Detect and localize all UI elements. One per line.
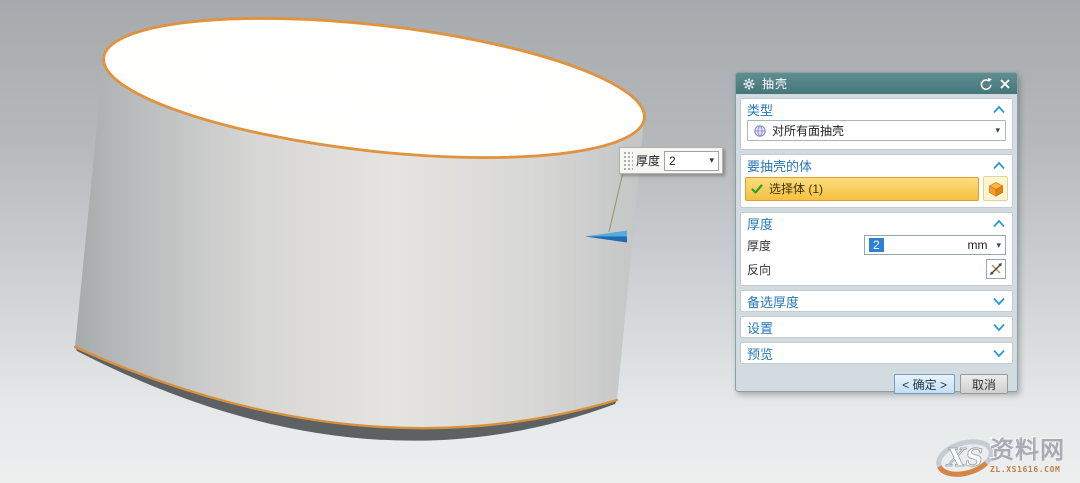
dialog-title: 抽壳 — [762, 75, 788, 92]
group-preview-header[interactable]: 预览 — [741, 343, 1012, 363]
group-alternate-thickness: 备选厚度 — [740, 290, 1013, 312]
cad-viewport: 厚度 2 ▾ 抽壳 — [0, 0, 1080, 483]
group-settings-header[interactable]: 设置 — [741, 317, 1012, 337]
cube-icon — [988, 181, 1004, 197]
onscreen-thickness-input[interactable]: 2 ▾ — [664, 151, 719, 171]
chevron-up-icon[interactable] — [992, 219, 1006, 228]
group-body-title: 要抽壳的体 — [747, 156, 812, 175]
watermark-site-url: ZL.XS1616.COM — [990, 465, 1065, 474]
group-preview-title: 预览 — [747, 344, 773, 363]
model-cylinder[interactable] — [75, 0, 651, 441]
watermark: XS 资料网 ZL.XS1616.COM — [934, 430, 1080, 483]
thickness-value: 2 — [869, 238, 884, 252]
thickness-field-label: 厚度 — [747, 237, 771, 254]
group-body-to-shell: 要抽壳的体 选择体 (1) — [740, 154, 1013, 208]
onscreen-thickness-value: 2 — [669, 154, 676, 168]
reverse-direction-button[interactable] — [986, 259, 1006, 279]
group-type-title: 类型 — [747, 100, 773, 119]
onscreen-thickness-box: 厚度 2 ▾ — [619, 147, 723, 174]
group-alternate-thickness-title: 备选厚度 — [747, 292, 799, 311]
chevron-down-icon[interactable] — [992, 349, 1006, 358]
group-thickness-header[interactable]: 厚度 — [741, 213, 1012, 233]
group-thickness: 厚度 厚度 2 mm ▾ 反向 — [740, 212, 1013, 286]
group-preview: 预览 — [740, 342, 1013, 364]
chevron-up-icon[interactable] — [992, 161, 1006, 170]
group-type-header[interactable]: 类型 — [741, 99, 1012, 119]
reverse-direction-icon — [989, 262, 1003, 276]
check-icon — [751, 184, 763, 194]
group-body-header[interactable]: 要抽壳的体 — [741, 155, 1012, 175]
group-type: 类型 对所有面抽壳 ▾ — [740, 98, 1013, 150]
chevron-down-icon[interactable] — [992, 323, 1006, 332]
gear-icon — [742, 77, 756, 91]
watermark-logo-text: XS — [945, 443, 983, 472]
drag-handle[interactable] — [622, 150, 633, 171]
select-body-label: 选择体 (1) — [769, 180, 823, 197]
dropdown-arrow-icon[interactable]: ▾ — [995, 125, 1000, 136]
group-settings: 设置 — [740, 316, 1013, 338]
reset-icon[interactable] — [979, 77, 993, 91]
solid-body-filter-button[interactable] — [983, 176, 1008, 201]
dialog-footer: < 确定 > 取消 — [740, 368, 1013, 394]
dropdown-arrow-icon[interactable]: ▾ — [996, 240, 1001, 251]
select-body-row[interactable]: 选择体 (1) — [745, 177, 979, 201]
chevron-up-icon[interactable] — [992, 105, 1006, 114]
reverse-direction-label: 反向 — [747, 261, 771, 278]
group-alternate-thickness-header[interactable]: 备选厚度 — [741, 291, 1012, 311]
chevron-down-icon[interactable] — [992, 297, 1006, 306]
dialog-body: 类型 对所有面抽壳 ▾ — [736, 94, 1017, 398]
dropdown-arrow-icon[interactable]: ▾ — [709, 155, 714, 166]
ok-button[interactable]: < 确定 > — [894, 374, 955, 394]
watermark-site-name: 资料网 — [990, 439, 1065, 463]
group-settings-title: 设置 — [747, 318, 773, 337]
close-icon[interactable] — [999, 78, 1011, 90]
dialog-titlebar[interactable]: 抽壳 — [736, 73, 1017, 94]
thickness-input[interactable]: 2 mm ▾ — [864, 235, 1006, 255]
thickness-unit: mm — [967, 238, 987, 252]
shell-type-icon — [753, 124, 767, 138]
group-thickness-title: 厚度 — [747, 214, 773, 233]
cancel-button[interactable]: 取消 — [960, 374, 1008, 394]
shell-type-select[interactable]: 对所有面抽壳 ▾ — [747, 120, 1006, 141]
shell-dialog: 抽壳 类型 — [735, 72, 1018, 392]
xs-logo-icon: XS — [934, 433, 998, 481]
shell-type-value: 对所有面抽壳 — [772, 122, 844, 139]
onscreen-thickness-label: 厚度 — [636, 152, 660, 169]
